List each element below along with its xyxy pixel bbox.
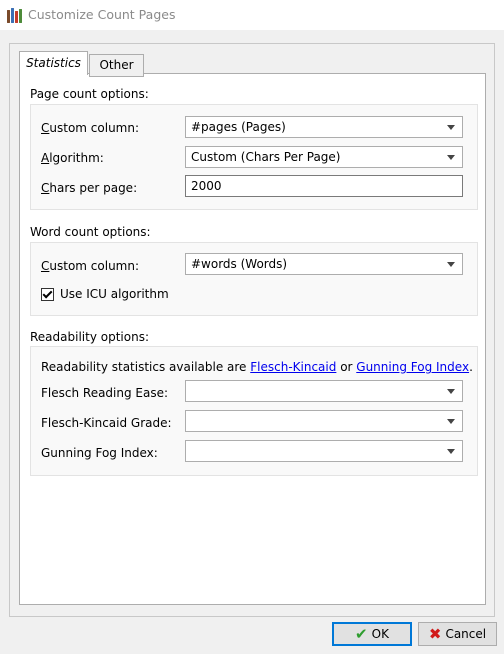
books-icon	[6, 7, 22, 23]
gunning-fog-select[interactable]	[185, 440, 463, 462]
flesch-reading-ease-select[interactable]	[185, 380, 463, 402]
checkmark-icon: ✔	[355, 624, 368, 643]
page-custom-column-select[interactable]: #pages (Pages)	[185, 116, 463, 138]
window-title: Customize Count Pages	[28, 7, 176, 22]
title-bar: Customize Count Pages	[0, 0, 504, 30]
icu-label: Use ICU algorithm	[60, 287, 169, 301]
word-custom-column-label: Custom column:	[41, 259, 140, 273]
chevron-down-icon	[447, 155, 455, 160]
ok-button-label: OK	[371, 627, 389, 641]
algorithm-value: Custom (Chars Per Page)	[191, 150, 341, 164]
gunning-fog-link[interactable]: Gunning Fog Index	[356, 360, 469, 374]
flesch-reading-ease-label: Flesch Reading Ease:	[41, 386, 169, 400]
close-icon: ✖	[428, 624, 442, 643]
page-count-section-label: Page count options:	[30, 87, 149, 101]
chevron-down-icon	[447, 262, 455, 267]
word-custom-column-label-rest: ustom column:	[49, 259, 140, 273]
ok-button[interactable]: ✔ OK	[332, 622, 412, 646]
chevron-down-icon	[447, 449, 455, 454]
chevron-down-icon	[447, 389, 455, 394]
chars-per-page-input[interactable]: 2000	[185, 175, 463, 197]
readability-info-or: or	[336, 360, 357, 374]
page-custom-column-label-rest: ustom column:	[49, 121, 140, 135]
chevron-down-icon	[447, 419, 455, 424]
icu-checkbox[interactable]	[41, 288, 54, 301]
algorithm-select[interactable]: Custom (Chars Per Page)	[185, 146, 463, 168]
tab-other[interactable]: Other	[89, 54, 144, 77]
page-custom-column-value: #pages (Pages)	[191, 120, 286, 134]
chars-per-page-label: Chars per page:	[41, 181, 138, 195]
gunning-fog-label: Gunning Fog Index:	[41, 446, 158, 460]
readability-info-prefix: Readability statistics available are	[41, 360, 251, 374]
word-custom-column-value: #words (Words)	[191, 257, 288, 271]
cancel-button[interactable]: ✖ Cancel	[418, 622, 497, 646]
readability-section-label: Readability options:	[30, 330, 149, 344]
word-custom-column-select[interactable]: #words (Words)	[185, 253, 463, 275]
flesch-kincaid-link[interactable]: Flesch-Kincaid	[250, 360, 336, 374]
flesch-kincaid-grade-label: Flesch-Kincaid Grade:	[41, 416, 172, 430]
algorithm-label-rest: lgorithm:	[49, 151, 104, 165]
page-custom-column-label: Custom column:	[41, 121, 140, 135]
cancel-button-label: Cancel	[445, 627, 487, 641]
tab-statistics[interactable]: Statistics	[19, 51, 88, 75]
algorithm-label: Algorithm:	[41, 151, 104, 165]
flesch-kincaid-grade-select[interactable]	[185, 410, 463, 432]
word-count-section-label: Word count options:	[30, 225, 151, 239]
readability-info-suffix: .	[469, 360, 473, 374]
readability-info-text: Readability statistics available are Fle…	[41, 360, 473, 374]
chevron-down-icon	[447, 125, 455, 130]
chars-per-page-label-rest: hars per page:	[49, 181, 138, 195]
